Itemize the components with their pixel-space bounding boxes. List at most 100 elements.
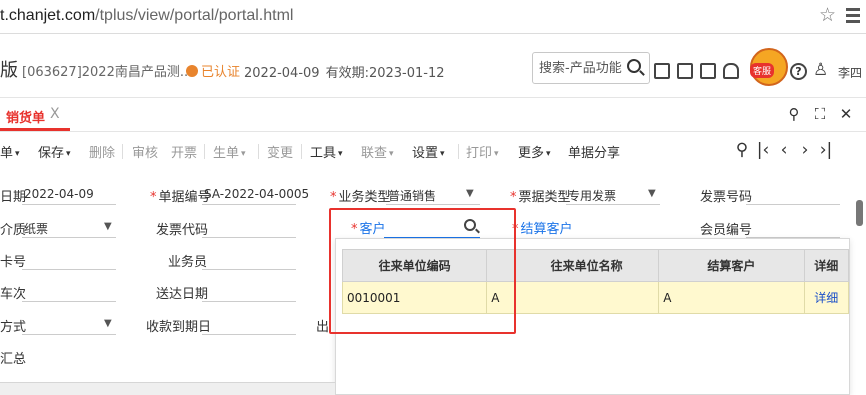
toolbar-divider [122, 144, 123, 159]
next-record-icon[interactable]: › [796, 140, 814, 160]
close-icon[interactable]: ✕ [837, 105, 855, 123]
medium-select[interactable]: 纸票 [24, 220, 48, 237]
method-label: 方式 [0, 320, 27, 335]
trip-label: 车次 [0, 287, 27, 302]
fullscreen-icon[interactable]: ⛶ [811, 105, 829, 123]
product-version: 版 [0, 60, 18, 81]
toolbar-divider [204, 144, 205, 159]
ticket-type-select[interactable]: 专用发票 [568, 187, 616, 204]
summary-label: 汇总 [0, 352, 27, 367]
toolbar-audit-button[interactable]: 审核 [132, 142, 158, 161]
biz-type-label: * 业务类型 [330, 190, 391, 205]
invoice-code-label: 发票代码 [156, 223, 209, 238]
detail-grid-header [0, 382, 335, 395]
search-input[interactable] [539, 58, 623, 78]
col-detail[interactable]: 详细 [803, 249, 850, 282]
toolbar-generate-button[interactable]: 生单 ▾ [213, 142, 246, 161]
toolbar-divider [301, 144, 302, 159]
url-text[interactable]: t.chanjet.com/tplus/view/portal/portal.h… [0, 7, 293, 25]
help-icon[interactable]: ? [790, 63, 807, 80]
card-no-field[interactable] [22, 269, 116, 270]
invoice-no-label: 发票号码 [700, 190, 753, 205]
cert-badge: 已认证 [186, 61, 240, 80]
prev-record-icon[interactable]: ‹ [775, 140, 793, 160]
salesman-label: 业务员 [168, 255, 208, 270]
chevron-down-icon[interactable]: ▼ [104, 318, 112, 329]
chevron-down-icon[interactable]: ▼ [104, 221, 112, 232]
tab-close-icon[interactable]: X [50, 106, 60, 122]
document-toolbar: 单 ▾ 保存 ▾ 删除 审核 开票 生单 ▾ 变更 工具 ▾ 联查 ▾ 设置 ▾ 打印 ▾ 更… [0, 134, 866, 168]
bell-icon[interactable] [723, 62, 739, 79]
last-record-icon[interactable]: ›| [817, 140, 835, 160]
header-icons [654, 60, 746, 79]
medium-label: 介质 [0, 223, 27, 238]
app-header: 版 [063627]2022南昌产品测... 已认证 2022-04-09 有效期… [0, 34, 866, 98]
toolbar-more-button[interactable]: 更多 ▾ [518, 142, 551, 161]
toolbar-print-button[interactable]: 打印 ▾ [466, 142, 499, 161]
account-dates: 2022-04-09 有效期:2023-01-12 [244, 66, 445, 81]
ticket-type-label: * 票据类型 [510, 190, 571, 205]
toolbar-tools-button[interactable]: 工具 ▾ [310, 142, 343, 161]
search-icon[interactable]: ⚲ [785, 105, 803, 123]
biz-type-select[interactable]: 普通销售 [388, 187, 436, 204]
tab-tools: ⚲ ⛶ ✕ [785, 104, 863, 123]
chevron-down-icon[interactable]: ▼ [466, 188, 474, 199]
record-nav: ⚲ |‹ ‹ › ›| [733, 140, 838, 160]
doc-no-field[interactable]: SA-2022-04-0005 [204, 187, 309, 201]
card-no-label: 卡号 [0, 255, 27, 270]
member-no-label: 会员编号 [700, 223, 753, 238]
cert-icon [186, 65, 198, 77]
settle-customer-label: * 结算客户 [512, 222, 573, 237]
partial-label: 出 [316, 320, 330, 335]
cell-settle-customer[interactable]: A [658, 281, 805, 314]
highlight-annotation [329, 208, 516, 334]
trip-field[interactable] [22, 301, 116, 302]
url-host: t.chanjet.com [0, 7, 96, 24]
bookmark-star-icon[interactable]: ☆ [819, 4, 836, 26]
cell-unit-name[interactable] [513, 281, 660, 314]
receipt-due-label: 收款到期日 [146, 320, 212, 335]
toolbar-divider [258, 144, 259, 159]
doc-no-label: * 单据编号 [150, 190, 211, 205]
toolbar-new-button[interactable]: 单 ▾ [0, 142, 20, 161]
tab-sales-delivery[interactable]: 销货单 X [0, 98, 70, 131]
toolbar-divider [458, 144, 459, 159]
chevron-down-icon[interactable]: ▼ [648, 188, 656, 199]
search-icon[interactable] [627, 59, 641, 73]
checklist-icon[interactable] [677, 62, 693, 79]
invoice-code-field[interactable] [202, 237, 296, 238]
col-settle-customer[interactable]: 结算客户 [658, 249, 805, 282]
invoice-no-field[interactable] [746, 204, 840, 205]
service-badge: 客服 [750, 63, 775, 78]
delivery-date-label: 送达日期 [156, 287, 209, 302]
locate-icon[interactable]: ⚲ [733, 140, 751, 160]
function-search[interactable] [532, 52, 650, 84]
toolbar-save-button[interactable]: 保存 ▾ [38, 142, 71, 161]
user-icon[interactable]: ♙ [813, 60, 828, 80]
user-name[interactable]: 李四 [838, 64, 862, 81]
toolbar-change-button[interactable]: 变更 [267, 142, 293, 161]
tab-label: 销货单 [6, 111, 46, 126]
toolbar-settings-button[interactable]: 设置 ▾ [412, 142, 445, 161]
first-record-icon[interactable]: |‹ [754, 140, 772, 160]
method-select[interactable] [22, 334, 116, 335]
url-path: /tplus/view/portal/portal.html [95, 7, 294, 24]
col-unit-name[interactable]: 往来单位名称 [513, 249, 660, 282]
message-icon[interactable] [700, 62, 716, 79]
delivery-date-field[interactable] [202, 301, 296, 302]
scrollbar[interactable] [856, 200, 863, 226]
detail-link[interactable]: 详细 [803, 281, 850, 314]
toolbar-delete-button[interactable]: 删除 [89, 142, 115, 161]
date-field[interactable]: 2022-04-09 [24, 187, 94, 201]
phone-icon[interactable] [654, 62, 670, 79]
toolbar-invoice-button[interactable]: 开票 [171, 142, 197, 161]
salesman-field[interactable] [202, 269, 296, 270]
receipt-due-field[interactable] [202, 334, 296, 335]
browser-menu-icon[interactable] [846, 6, 860, 24]
toolbar-share-button[interactable]: 单据分享 [568, 142, 620, 161]
browser-url-bar[interactable]: t.chanjet.com/tplus/view/portal/portal.h… [0, 0, 866, 34]
service-mascot-icon[interactable]: 客服 [750, 48, 788, 86]
account-name[interactable]: [063627]2022南昌产品测... [22, 61, 192, 80]
toolbar-query-button[interactable]: 联查 ▾ [361, 142, 394, 161]
date-label: 日期 [0, 190, 27, 205]
